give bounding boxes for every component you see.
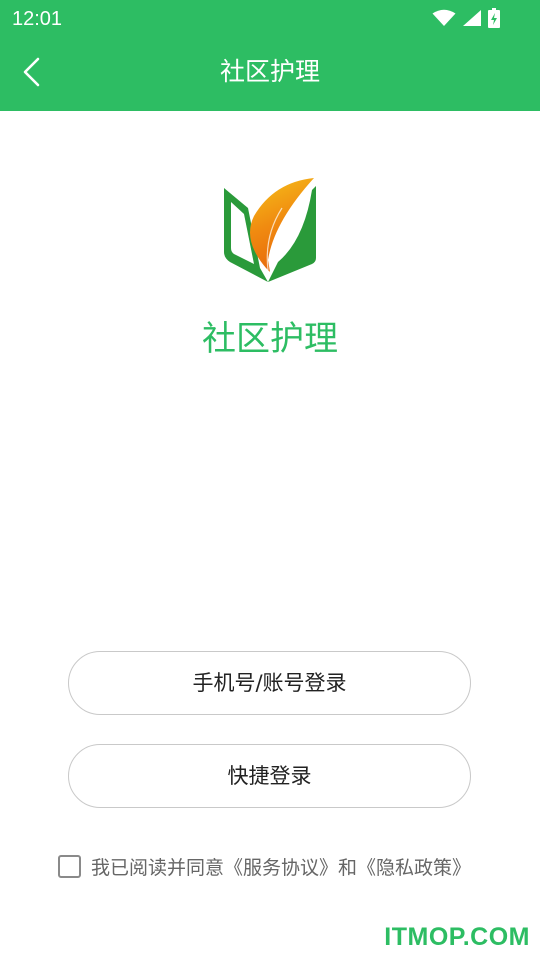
status-icons (432, 8, 500, 28)
agreement-prefix: 我已阅读并同意 (91, 856, 225, 879)
leaf-book-logo (224, 178, 316, 282)
header-bar: 12:01 社区护理 (0, 0, 540, 111)
app-name: 社区护理 (202, 319, 338, 359)
status-time: 12:01 (12, 8, 63, 30)
privacy-policy-link[interactable]: 《隐私政策》 (357, 853, 471, 880)
account-login-button[interactable]: 手机号/账号登录 (68, 651, 471, 715)
watermark: ITMOP.COM (384, 923, 530, 951)
wifi-icon (432, 9, 456, 26)
quick-login-button[interactable]: 快捷登录 (68, 744, 471, 808)
agreement-row: 我已阅读并同意 《服务协议》 和 《隐私政策》 (58, 852, 471, 880)
agreement-and: 和 (338, 856, 358, 879)
page-title: 社区护理 (219, 57, 320, 86)
service-agreement-link[interactable]: 《服务协议》 (224, 853, 338, 880)
battery-charging-icon (488, 8, 500, 28)
agreement-checkbox[interactable] (58, 854, 81, 878)
signal-icon (463, 10, 481, 26)
